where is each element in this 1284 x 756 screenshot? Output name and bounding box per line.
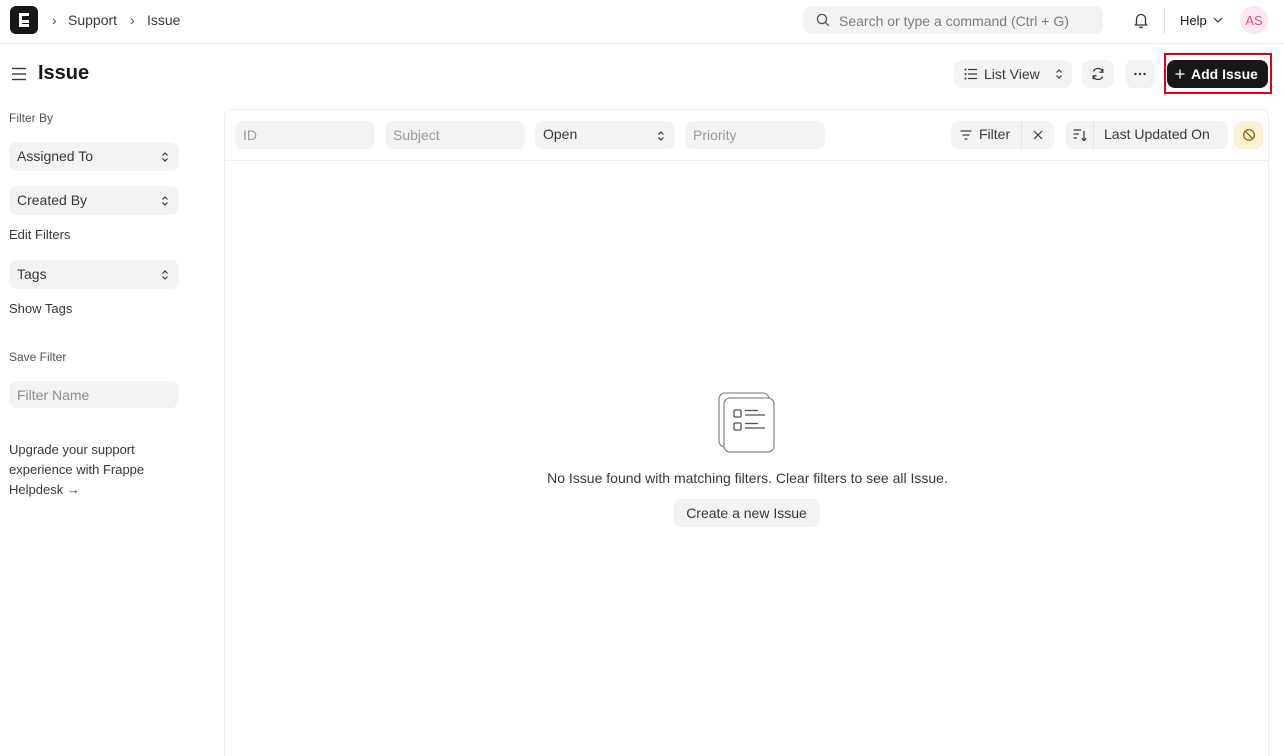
tags-label: Tags <box>17 266 47 282</box>
assigned-to-select[interactable]: Assigned To <box>9 142 179 171</box>
filter-button[interactable]: Filter <box>951 121 1054 149</box>
create-new-issue-button[interactable]: Create a new Issue <box>673 499 820 527</box>
created-by-select[interactable]: Created By <box>9 186 179 215</box>
sort-divider <box>1093 121 1094 149</box>
empty-state-message: No Issue found with matching filters. Cl… <box>547 470 948 486</box>
highlight-box <box>1164 53 1272 94</box>
list-icon <box>964 68 977 80</box>
sidebar-toggle-icon[interactable] <box>11 67 27 81</box>
notification-bell-icon[interactable] <box>1132 11 1150 29</box>
empty-list-icon <box>718 392 775 453</box>
close-icon[interactable] <box>1033 130 1043 140</box>
navbar-divider <box>1164 8 1165 34</box>
clear-filters-button[interactable] <box>1234 121 1263 149</box>
view-switcher-label: List View <box>984 66 1040 82</box>
filter-name-input[interactable] <box>9 381 179 408</box>
user-avatar[interactable]: AS <box>1240 6 1268 34</box>
sort-field-label[interactable]: Last Updated On <box>1104 126 1210 142</box>
chevron-down-icon[interactable] <box>1213 17 1223 23</box>
app-logo[interactable] <box>10 6 38 34</box>
status-filter-value: Open <box>543 126 578 142</box>
filter-by-heading: Filter By <box>9 111 54 125</box>
ban-icon <box>1243 129 1255 141</box>
view-switcher-button[interactable]: List View <box>954 60 1072 88</box>
sort-order-icon[interactable] <box>1073 128 1087 142</box>
subject-filter-input[interactable] <box>385 121 525 149</box>
filter-divider <box>1021 121 1022 149</box>
more-actions-button[interactable] <box>1125 60 1155 88</box>
list-frame: Open Filter <box>224 109 1269 756</box>
select-arrows-icon <box>658 131 664 141</box>
breadcrumb-separator-icon: › <box>130 12 135 28</box>
breadcrumb-issue[interactable]: Issue <box>147 12 180 28</box>
filter-icon <box>960 130 972 140</box>
id-filter-input[interactable] <box>235 121 375 149</box>
refresh-icon <box>1092 67 1104 81</box>
more-dots-icon <box>1134 72 1146 76</box>
select-arrows-icon <box>162 196 168 206</box>
search-placeholder: Search or type a command (Ctrl + G) <box>839 13 1069 29</box>
select-arrows-icon <box>162 152 168 162</box>
priority-filter-input[interactable] <box>685 121 825 149</box>
save-filter-heading: Save Filter <box>9 350 67 364</box>
tags-select[interactable]: Tags <box>9 260 179 289</box>
show-tags-link[interactable]: Show Tags <box>9 301 72 316</box>
created-by-label: Created By <box>17 192 88 208</box>
page-title: Issue <box>38 62 90 84</box>
breadcrumb-separator-icon: › <box>52 12 57 28</box>
status-filter-select[interactable]: Open <box>535 121 675 149</box>
upgrade-helpdesk-link[interactable]: Upgrade your support experience with Fra… <box>9 440 189 500</box>
filter-label: Filter <box>979 126 1011 142</box>
filter-bar: Open Filter <box>225 110 1268 161</box>
assigned-to-label: Assigned To <box>17 148 94 164</box>
help-menu[interactable]: Help <box>1180 13 1207 28</box>
sort-button[interactable]: Last Updated On <box>1065 121 1228 149</box>
select-arrows-icon <box>1056 69 1062 79</box>
navbar: › Support › Issue Search or type a comma… <box>0 0 1284 44</box>
edit-filters-link[interactable]: Edit Filters <box>9 227 70 242</box>
search-bar[interactable]: Search or type a command (Ctrl + G) <box>803 6 1103 34</box>
breadcrumb-support[interactable]: Support <box>68 12 117 28</box>
refresh-button[interactable] <box>1082 60 1114 88</box>
select-arrows-icon <box>162 270 168 280</box>
search-icon <box>816 13 830 27</box>
